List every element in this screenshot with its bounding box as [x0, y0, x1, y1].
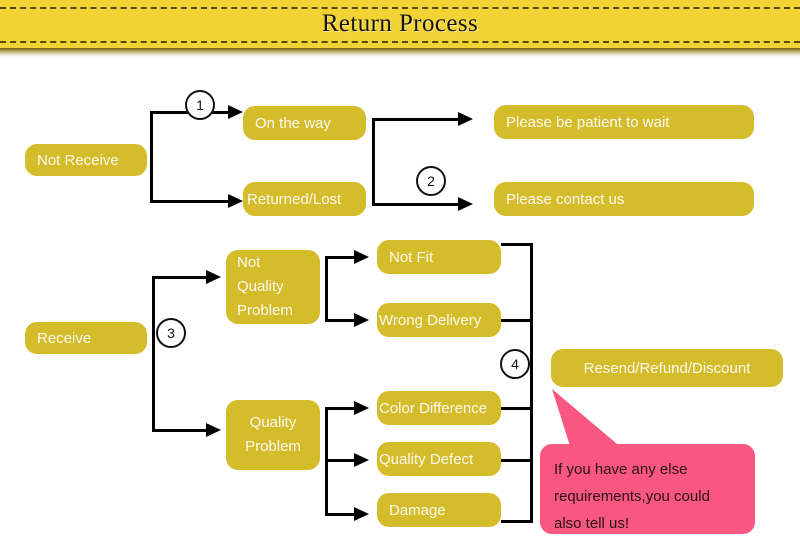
header-drop-shadow [0, 48, 800, 57]
step-marker-3: 3 [156, 318, 186, 348]
connector-to-not-fit [325, 256, 357, 259]
connector-not-receive-bus [150, 111, 153, 203]
connector-not-receive-to-returned-lost [150, 200, 232, 203]
connector-quality-defect-to-bus [501, 459, 533, 462]
node-receive[interactable]: Receive [25, 322, 147, 354]
connector-to-color-difference [325, 407, 357, 410]
arrowhead-not-quality-problem [206, 270, 221, 284]
step-marker-4: 4 [500, 349, 530, 379]
node-wrong-delivery[interactable]: Wrong Delivery [377, 303, 501, 337]
connector-to-damage [325, 513, 357, 516]
node-not-receive[interactable]: Not Receive [25, 144, 147, 176]
node-not-quality-problem[interactable]: Not Quality Problem [226, 250, 320, 324]
step-marker-2: 2 [416, 166, 446, 196]
node-please-be-patient-to-wait[interactable]: Please be patient to wait [494, 105, 754, 139]
node-not-fit[interactable]: Not Fit [377, 240, 501, 274]
connector-stage1-right-bus [372, 118, 375, 206]
arrowhead-returned-lost [228, 194, 243, 208]
node-resend-refund-discount[interactable]: Resend/Refund/Discount [551, 349, 783, 387]
connector-to-quality-defect [325, 459, 357, 462]
page-header: Return Process [0, 0, 800, 48]
arrowhead-please-contact [458, 197, 473, 211]
arrowhead-damage [354, 507, 369, 521]
node-color-difference[interactable]: Color Difference [377, 391, 501, 425]
arrowhead-wrong-delivery [354, 313, 369, 327]
connector-receive-to-quality [152, 429, 210, 432]
connector-color-difference-to-bus [501, 407, 533, 410]
arrowhead-please-wait [458, 112, 473, 126]
node-quality-problem[interactable]: Quality Problem [226, 400, 320, 470]
connector-damage-to-bus [501, 520, 533, 523]
arrowhead-color-difference [354, 401, 369, 415]
arrowhead-on-the-way [228, 105, 243, 119]
connector-receive-to-not-quality [152, 276, 210, 279]
arrowhead-quality-defect [354, 453, 369, 467]
node-please-contact-us[interactable]: Please contact us [494, 182, 754, 216]
connector-to-please-wait [372, 118, 460, 121]
connector-wrong-delivery-to-bus [501, 319, 533, 322]
connector-receive-bus [152, 276, 155, 432]
connector-not-quality-bus [325, 256, 328, 322]
flowchart-canvas: Return Process Not Receive 1 On the way … [0, 0, 800, 556]
connector-outcome-collect-bus [530, 243, 533, 523]
connector-not-fit-to-bus [501, 243, 533, 246]
page-title: Return Process [321, 10, 479, 37]
node-quality-defect[interactable]: Quality Defect [377, 442, 501, 476]
connector-to-wrong-delivery [325, 319, 357, 322]
arrowhead-quality-problem [206, 423, 221, 437]
step-marker-1: 1 [185, 90, 215, 120]
node-returned-lost[interactable]: Returned/Lost [243, 182, 366, 216]
callout-message: If you have any else requirements,you co… [540, 444, 755, 534]
connector-to-please-contact [372, 203, 460, 206]
node-on-the-way[interactable]: On the way [243, 106, 366, 140]
node-damage[interactable]: Damage [377, 493, 501, 527]
arrowhead-not-fit [354, 250, 369, 264]
